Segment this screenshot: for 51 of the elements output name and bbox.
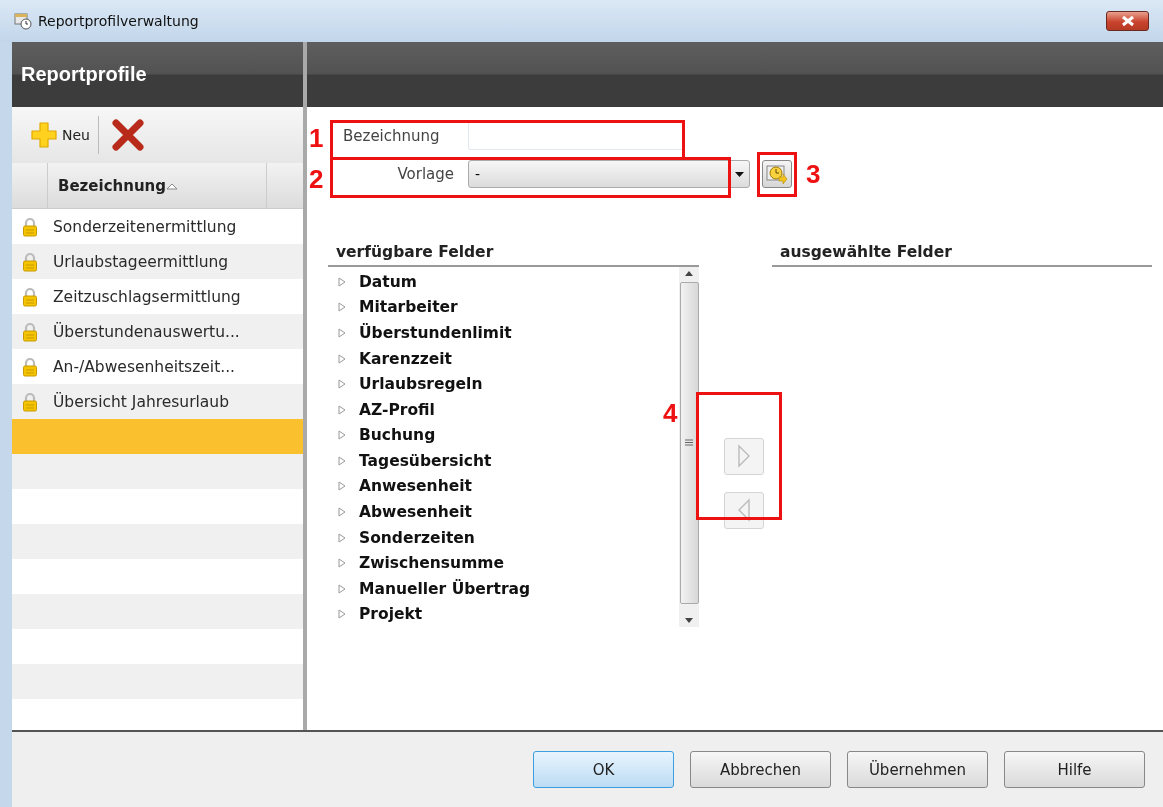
list-heading: ausgewählte Felder <box>772 243 1152 267</box>
window-title: Reportprofilverwaltung <box>38 13 199 29</box>
sidebar-title: Reportprofile <box>20 63 147 86</box>
tree-item[interactable]: Datum <box>328 269 417 295</box>
dialog-button[interactable]: OK <box>533 751 674 788</box>
close-button[interactable] <box>1106 11 1149 31</box>
delete-icon <box>110 118 145 152</box>
close-icon <box>1120 15 1135 27</box>
plus-icon <box>30 121 58 149</box>
name-input-field[interactable] <box>468 122 684 150</box>
tree-item[interactable]: Urlaubsregeln <box>328 371 483 397</box>
callout-number: 2 <box>309 166 324 192</box>
dialog-button[interactable]: Hilfe <box>1004 751 1145 788</box>
template-button[interactable] <box>762 160 792 188</box>
tree-item[interactable]: Manueller Übertrag <box>328 575 531 602</box>
list-heading: verfügbare Felder <box>328 243 699 267</box>
tree-item[interactable]: Buchung <box>328 422 436 449</box>
callout-number: 4 <box>663 400 678 426</box>
left-arrow-icon <box>737 498 751 522</box>
window-clock-icon <box>14 12 32 30</box>
dropdown-arrow-icon <box>734 171 744 177</box>
tree-item[interactable]: Zwischensumme <box>328 550 504 576</box>
delete-button[interactable] <box>110 118 145 152</box>
list-item[interactable]: Überstundenauswertu... <box>12 314 303 349</box>
grip-icon <box>685 439 693 447</box>
tree-item[interactable]: Mitarbeiter <box>328 294 458 321</box>
tree-item[interactable]: Sonderzeiten <box>328 524 475 551</box>
scroll-up-icon <box>685 271 693 276</box>
new-button[interactable]: Neu <box>30 121 90 149</box>
list-item[interactable]: Übersicht Jahresurlaub <box>12 384 303 419</box>
callout-frame <box>757 152 797 197</box>
dialog-button[interactable]: Abbrechen <box>690 751 831 788</box>
tree-item[interactable]: Karenzzeit <box>328 345 452 372</box>
list-item[interactable]: Urlaubstageermittlung <box>12 244 303 279</box>
field-label: Vorlage <box>396 165 455 183</box>
scrollbar[interactable] <box>679 267 699 627</box>
callout-number: 1 <box>309 125 324 151</box>
tree-item[interactable]: Anwesenheit <box>328 473 472 500</box>
clock-arrow-icon <box>766 163 788 185</box>
template-dropdown[interactable]: - <box>468 160 750 188</box>
field-label: Bezeichnung <box>342 127 441 145</box>
tree-item[interactable]: Projekt <box>328 601 423 628</box>
callout-number: 3 <box>806 161 821 187</box>
tree-item[interactable]: Überstundenlimit <box>328 320 512 346</box>
tree-item[interactable]: Tagesübersicht <box>328 448 492 474</box>
dialog-button[interactable]: Übernehmen <box>847 751 988 788</box>
scroll-down-icon <box>685 618 693 623</box>
tree-item[interactable]: Abwesenheit <box>328 499 472 525</box>
column-header-cell[interactable]: Bezeichnung <box>48 163 267 208</box>
right-arrow-icon <box>737 444 751 468</box>
tree-item[interactable]: AZ-Profil <box>328 396 435 423</box>
